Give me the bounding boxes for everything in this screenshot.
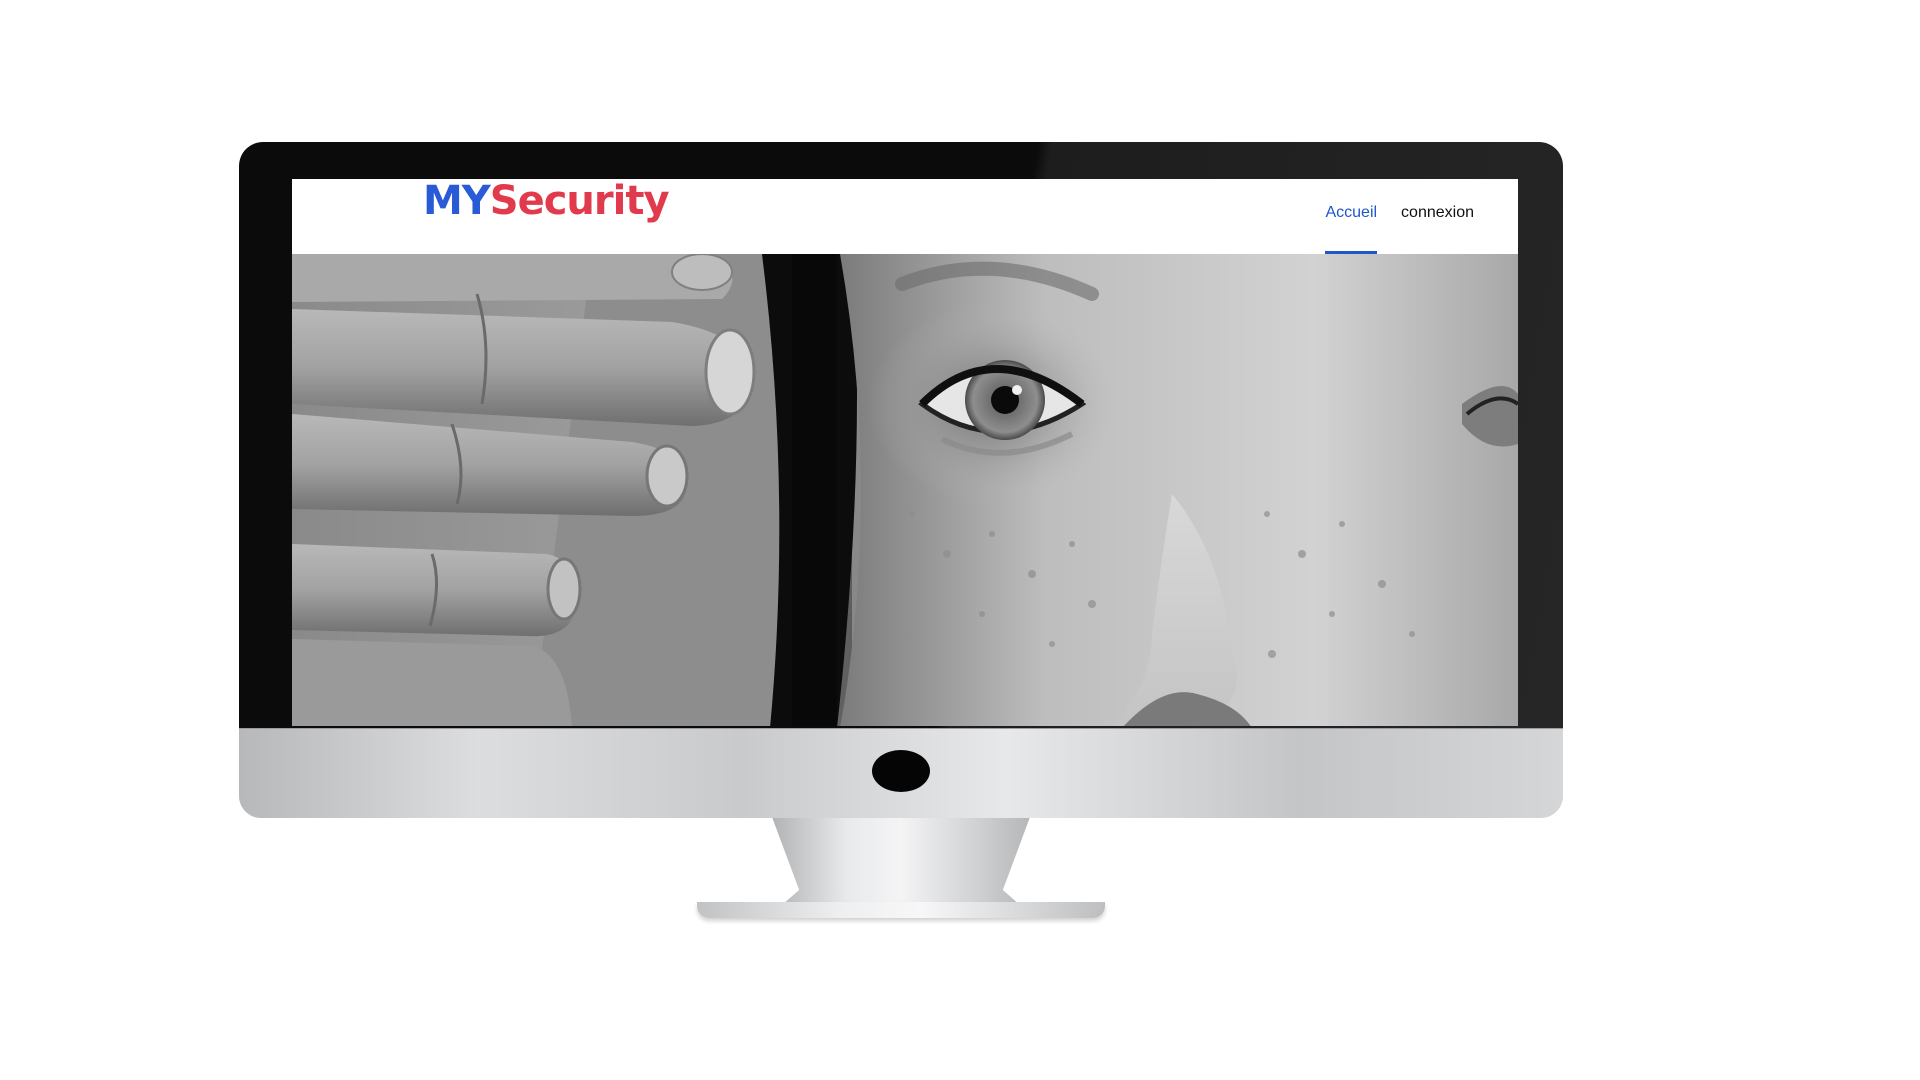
logo-text-security: Security [489,179,670,224]
site-logo[interactable]: MYSecurity [423,179,670,225]
main-nav: Accueil connexion [1325,179,1474,254]
hero-image [292,254,1518,726]
nav-item-accueil[interactable]: Accueil [1325,179,1377,254]
stage: MYSecurity Accueil connexion [0,0,1920,1080]
monitor-stand-base [697,902,1105,918]
site-header: MYSecurity Accueil connexion [292,179,1518,254]
nav-item-connexion[interactable]: connexion [1401,179,1474,254]
monitor: MYSecurity Accueil connexion [239,142,1563,918]
website-screen: MYSecurity Accueil connexion [292,179,1518,726]
hero-photo [292,254,1518,726]
apple-logo-icon [872,750,930,792]
logo-text-my: MY [423,179,491,224]
